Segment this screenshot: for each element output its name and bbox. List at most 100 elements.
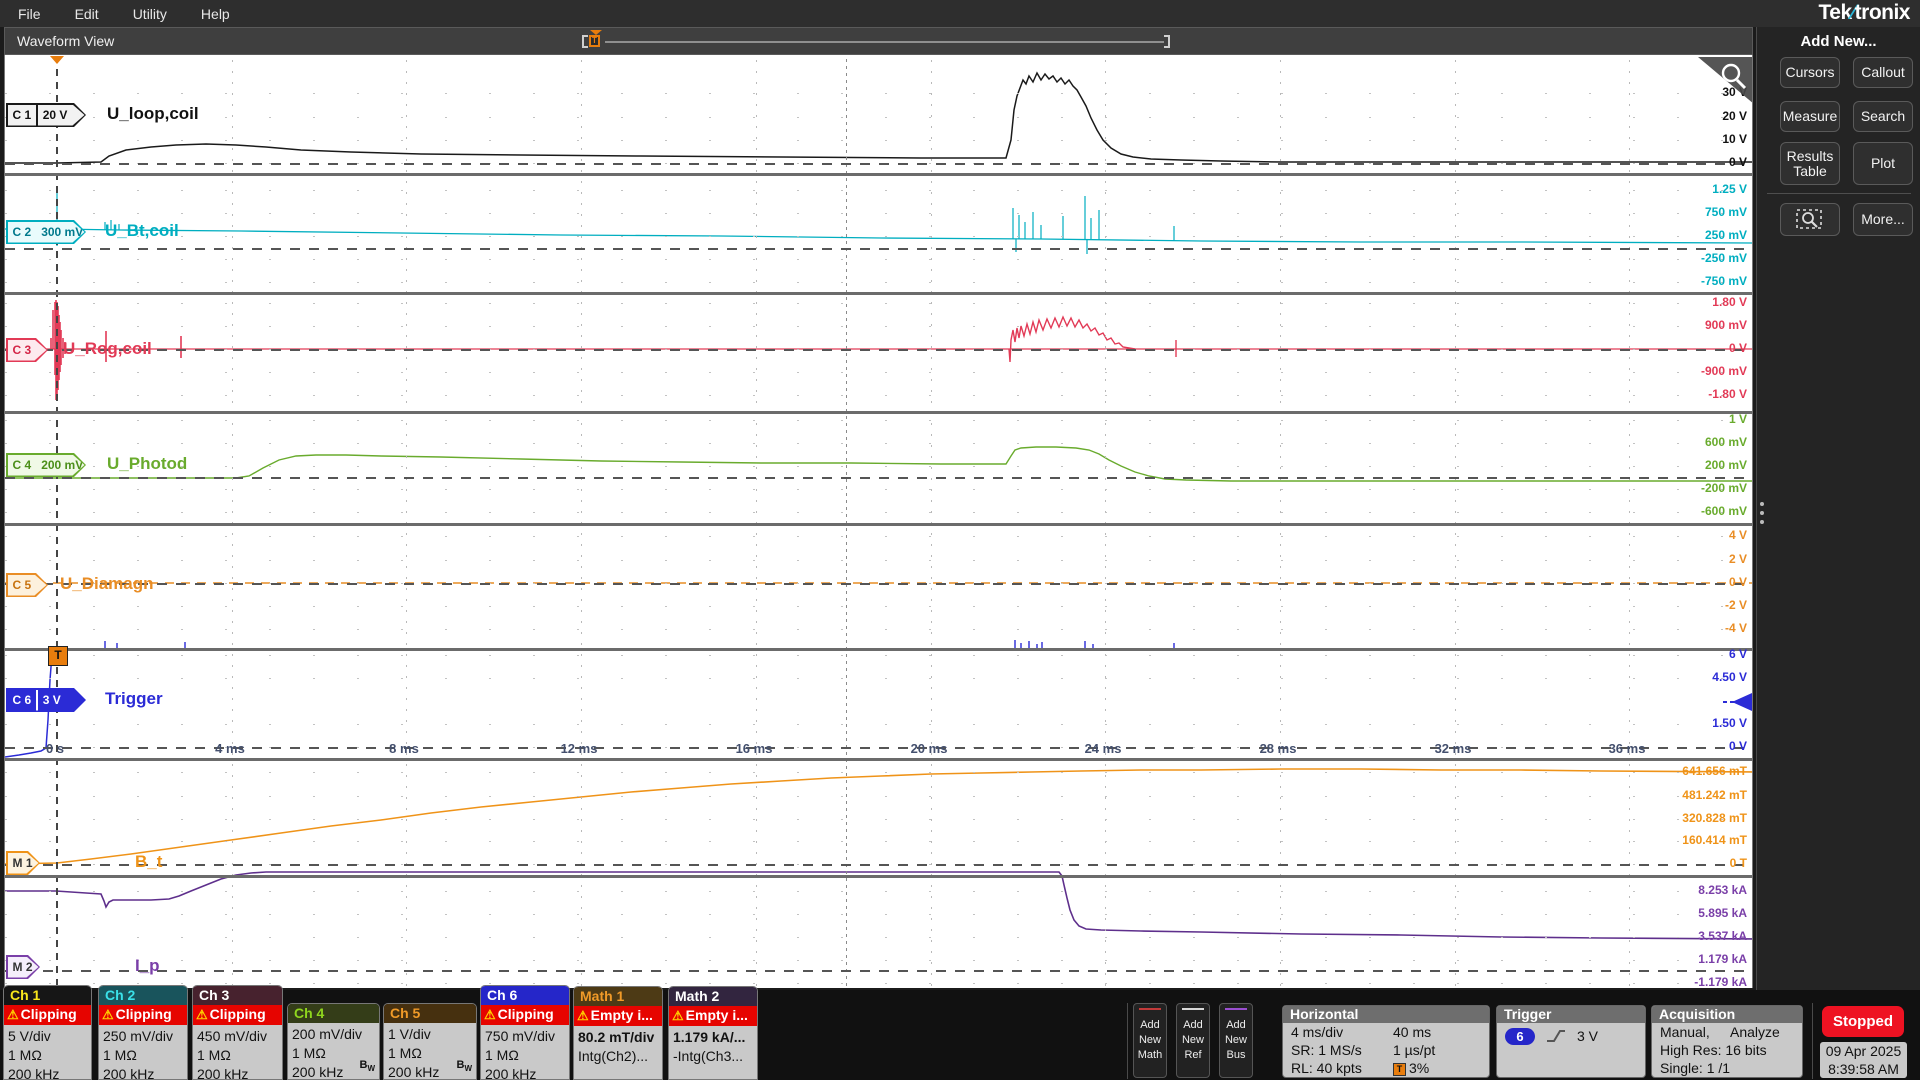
channel-badge-c2[interactable]: C 2300 mV [6, 220, 86, 244]
gridline-horizontal [5, 841, 1750, 842]
add-new-math-button[interactable]: AddNewMath [1133, 1003, 1167, 1078]
expansion-point-line [846, 57, 847, 986]
warning-triangle-icon: ⚠ [196, 1007, 208, 1022]
badge-id: C 2 [8, 222, 37, 243]
time-axis-label: 8 ms [380, 741, 428, 756]
channel-badge-m2[interactable]: M 2 [6, 955, 40, 979]
horizontal-value-right: T3% [1393, 1060, 1429, 1077]
sidepanel-button-results-table[interactable]: Results Table [1780, 142, 1840, 185]
slice-separator [5, 648, 1753, 651]
warning-text: Clipping [498, 1006, 554, 1022]
label-line: New [1134, 1033, 1166, 1048]
zero-reference-line [5, 248, 1750, 250]
trace-c6 [5, 650, 1753, 757]
acquisition-row: Single: 1 /1 [1652, 1059, 1802, 1077]
warning-triangle-icon: ⚠ [577, 1008, 589, 1023]
channel-badge-c4[interactable]: C 4200 mV [6, 453, 86, 477]
badge-header: Ch 3 [193, 986, 282, 1005]
badge-id: C 1 [8, 105, 37, 126]
add-new-ref-button[interactable]: AddNewRef [1176, 1003, 1210, 1078]
trigger-position-marker[interactable]: T [589, 30, 602, 49]
gridline-horizontal [5, 466, 1750, 467]
gridline-horizontal [5, 819, 1750, 820]
acquisition-row: Manual,Analyze [1652, 1023, 1802, 1041]
sidepanel-button-cursors[interactable]: Cursors [1780, 57, 1840, 88]
axis-label: -1.179 kA [1694, 975, 1747, 988]
time-axis-label: 36 ms [1603, 741, 1651, 756]
sidepanel-button-plot[interactable]: Plot [1853, 142, 1913, 185]
label-line: Add [1177, 1018, 1209, 1033]
channel-settings-badge-ch3[interactable]: Ch 3⚠Clipping450 mV/div1 MΩ200 kHzBW [192, 985, 283, 1080]
badge-info-line: 250 mV/div [103, 1027, 183, 1046]
badge-header: Ch 4 [288, 1004, 379, 1023]
zoom-select-icon [1795, 208, 1825, 232]
label-line: Math [1134, 1048, 1166, 1063]
trace-c3-event [1009, 317, 1135, 362]
gridline-horizontal [5, 629, 1750, 630]
trace-name-label: U_Photod [107, 454, 187, 474]
menu-item-file[interactable]: File [18, 6, 41, 22]
zoom-select-button[interactable] [1780, 203, 1840, 236]
time-text: 8:39:58 AM [1820, 1060, 1907, 1078]
trigger-t-icon: T [589, 35, 600, 47]
horizontal-panel[interactable]: Horizontal4 ms/div40 msSR: 1 MS/s1 µs/pt… [1282, 1005, 1490, 1078]
badge-info-line: 200 mV/div [292, 1025, 375, 1044]
warning-text: Clipping [21, 1006, 77, 1022]
horizontal-value-text: 1 µs/pt [1393, 1042, 1435, 1058]
more-button[interactable]: More... [1853, 203, 1913, 236]
menu-item-help[interactable]: Help [201, 6, 230, 22]
zero-reference-line [5, 583, 1750, 585]
panel-resize-handle[interactable] [1760, 497, 1764, 527]
axis-label: 320.828 mT [1682, 811, 1747, 825]
date-text: 09 Apr 2025 [1820, 1042, 1907, 1060]
gridline-horizontal [5, 772, 1750, 773]
warning-text: Empty i... [591, 1007, 653, 1023]
label-line: Bus [1220, 1048, 1252, 1063]
trigger-time-indicator-icon[interactable] [50, 56, 64, 64]
add-new-bus-button[interactable]: AddNewBus [1219, 1003, 1253, 1078]
menu-item-edit[interactable]: Edit [75, 6, 99, 22]
record-view-bar[interactable] [605, 41, 1164, 43]
badge-header: Ch 2 [99, 986, 187, 1005]
channel-badge-c1[interactable]: C 120 V [6, 103, 86, 127]
slice-separator [5, 173, 1753, 176]
acquisition-panel[interactable]: AcquisitionManual,AnalyzeHigh Res: 16 bi… [1651, 1005, 1803, 1078]
horizontal-value-right: 1 µs/pt [1393, 1042, 1435, 1059]
channel-settings-badge-math2[interactable]: Math 2⚠Empty i...1.179 kA/...-Intg(Ch3..… [668, 986, 758, 1080]
channel-settings-badge-math1[interactable]: Math 1⚠Empty i...80.2 mT/divIntg(Ch2)... [573, 986, 663, 1080]
menu-item-utility[interactable]: Utility [133, 6, 167, 22]
clipping-warning: ⚠Clipping [4, 1005, 91, 1025]
channel-badge-c5[interactable]: C 5 [6, 573, 48, 597]
channel-settings-badge-ch5[interactable]: Ch 51 V/div1 MΩ200 kHzBW [383, 1003, 477, 1080]
waveform-plot-area[interactable]: 30 V20 V10 V0 VU_loop,coilC 120 V1.25 V7… [4, 55, 1753, 988]
sidepanel-button-callout[interactable]: Callout [1853, 57, 1913, 88]
zero-reference-line [5, 349, 1750, 351]
bandwidth-limit-icon: BW [167, 1076, 183, 1080]
gridline-horizontal [5, 213, 1750, 214]
sidepanel-button-search[interactable]: Search [1853, 101, 1913, 132]
run-stop-status-button[interactable]: Stopped [1822, 1006, 1904, 1037]
badge-body: M 2 [8, 957, 39, 978]
channel-badge-c3[interactable]: C 3 [6, 338, 48, 362]
waveform-view-titlebar[interactable]: Waveform View T [4, 27, 1753, 55]
axis-label: -750 mV [1701, 274, 1747, 288]
channel-settings-badge-ch4[interactable]: Ch 4200 mV/div1 MΩ200 kHzBW [287, 1003, 380, 1080]
trigger-source-badge[interactable]: T [48, 646, 68, 666]
channel-badge-c6[interactable]: C 63 V [6, 688, 86, 712]
axis-label: -200 mV [1701, 481, 1747, 495]
axis-label: -600 mV [1701, 504, 1747, 518]
badge-body: C 2300 mV [8, 222, 85, 243]
badge-id: C 4 [8, 455, 37, 476]
axis-label: 3.537 kA [1698, 929, 1747, 943]
badge-info-line: -Intg(Ch3... [673, 1047, 753, 1066]
sidepanel-button-measure[interactable]: Measure [1780, 101, 1840, 132]
channel-settings-badge-ch1[interactable]: Ch 1⚠Clipping5 V/div1 MΩ200 kHzBW [3, 985, 92, 1080]
trigger-panel[interactable]: Trigger63 V [1496, 1005, 1646, 1078]
slice-separator [5, 292, 1753, 295]
channel-settings-badge-ch6[interactable]: Ch 6⚠Clipping750 mV/div1 MΩ200 kHzBW [480, 985, 570, 1080]
axis-label: -250 mV [1701, 251, 1747, 265]
channel-settings-badge-ch2[interactable]: Ch 2⚠Clipping250 mV/div1 MΩ200 kHzBW [98, 985, 188, 1080]
badge-header: Math 2 [669, 987, 757, 1006]
badge-info-line: 1 V/div [388, 1025, 472, 1044]
channel-badge-m1[interactable]: M 1 [6, 851, 40, 875]
